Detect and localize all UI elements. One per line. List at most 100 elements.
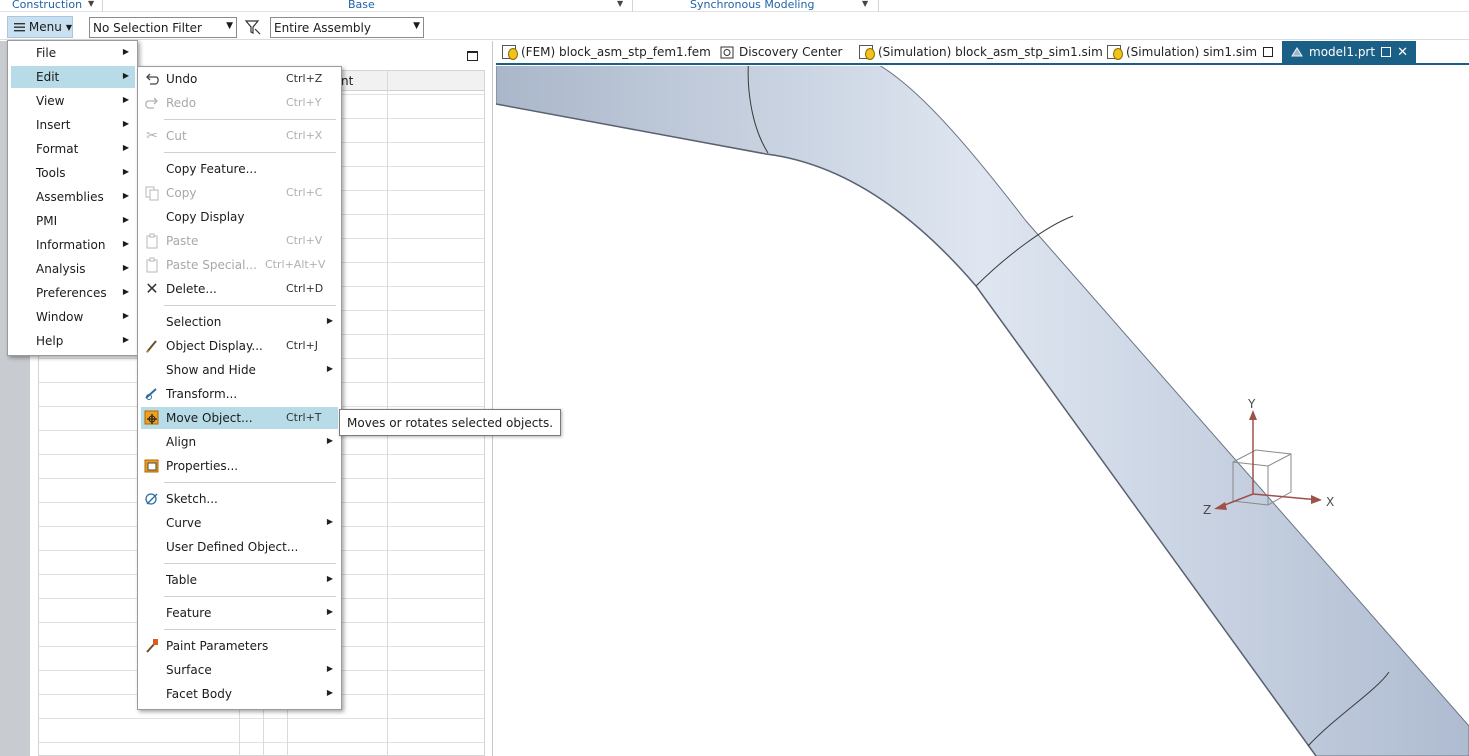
menu-item-cut[interactable]: ✂ Cut Ctrl+X [141, 125, 338, 147]
menu-item-feature[interactable]: Feature ▶ [141, 602, 338, 624]
menu-item-label: Show and Hide [166, 363, 256, 377]
menu-separator [164, 629, 336, 630]
menu-item-label: Window [36, 310, 84, 324]
menu-item-view[interactable]: View ▶ [11, 90, 135, 112]
copy-icon [145, 186, 159, 201]
menu-item-assemblies[interactable]: Assemblies ▶ [11, 186, 135, 208]
menu-item-information[interactable]: Information ▶ [11, 234, 135, 256]
menu-item-label: Paint Parameters [166, 639, 269, 653]
menu-item-insert[interactable]: Insert ▶ [11, 114, 135, 136]
menu-item-undo[interactable]: Undo Ctrl+Z [141, 68, 338, 90]
maximize-icon[interactable] [467, 51, 478, 61]
menu-item-label: Analysis [36, 262, 86, 276]
menu-item-format[interactable]: Format ▶ [11, 138, 135, 160]
menu-button[interactable]: Menu ▼ [7, 16, 73, 38]
axis-y-label: Y [1247, 397, 1256, 411]
submenu-arrow-icon: ▶ [122, 239, 129, 248]
menu-item-analysis[interactable]: Analysis ▶ [11, 258, 135, 280]
menu-item-pmi[interactable]: PMI ▶ [11, 210, 135, 232]
menu-item-curve[interactable]: Curve ▶ [141, 512, 338, 534]
submenu-arrow-icon: ▶ [326, 664, 333, 673]
menu-item-preferences[interactable]: Preferences ▶ [11, 282, 135, 304]
menu-item-window[interactable]: Window ▶ [11, 306, 135, 328]
tab-simulation-block[interactable]: (Simulation) block_asm_stp_sim1.sim [859, 41, 1103, 63]
column-header: nt [341, 74, 354, 88]
ribbon-group-construction[interactable]: Construction ▼ [12, 0, 94, 12]
move-object-icon [144, 410, 159, 425]
menu-separator [164, 596, 336, 597]
menu-item-label: User Defined Object... [166, 540, 299, 554]
menu-item-help[interactable]: Help ▶ [11, 330, 135, 352]
popout-icon[interactable] [1263, 47, 1274, 57]
menu-item-sketch[interactable]: Sketch... [141, 488, 338, 510]
menu-item-file[interactable]: File ▶ [11, 42, 135, 64]
menu-item-label: Object Display... [166, 339, 263, 353]
submenu-arrow-icon: ▶ [326, 607, 333, 616]
submenu-arrow-icon: ▶ [326, 517, 333, 526]
menu-item-paste[interactable]: Paste Ctrl+V [141, 230, 338, 252]
menu-item-copy-display[interactable]: Copy Display [141, 206, 338, 228]
menu-item-delete[interactable]: ✕ Delete... Ctrl+D [141, 278, 338, 300]
menu-separator [164, 305, 336, 306]
tooltip: Moves or rotates selected objects. [339, 409, 562, 436]
menu-item-selection[interactable]: Selection ▶ [141, 311, 338, 333]
submenu-arrow-icon: ▶ [326, 316, 333, 325]
tab-model1[interactable]: model1.prt ✕ [1282, 41, 1416, 63]
menu-item-surface[interactable]: Surface ▶ [141, 659, 338, 681]
tab-label: (FEM) block_asm_stp_fem1.fem [521, 45, 711, 59]
menu-item-facet-body[interactable]: Facet Body ▶ [141, 683, 338, 705]
menu-item-label: Properties... [166, 459, 239, 473]
tab-discovery-center[interactable]: Discovery Center [720, 41, 843, 63]
submenu-arrow-icon: ▶ [326, 574, 333, 583]
menu-item-paint-parameters[interactable]: Paint Parameters [141, 635, 338, 657]
chevron-down-icon[interactable]: ▼ [88, 0, 94, 8]
ribbon-group-synchronous-modeling[interactable]: Synchronous Modeling ▼ [690, 0, 868, 12]
ribbon-group-base[interactable]: Base ▼ [348, 0, 623, 12]
menu-item-copy[interactable]: Copy Ctrl+C [141, 182, 338, 204]
edit-submenu: Undo Ctrl+Z Redo Ctrl+Y ✂ Cut Ctrl+X Cop… [137, 66, 342, 710]
close-icon[interactable]: ✕ [1397, 45, 1408, 60]
menu-item-user-defined-object[interactable]: User Defined Object... [141, 536, 338, 558]
chevron-down-icon[interactable]: ▼ [617, 0, 623, 8]
paste-special-icon [146, 257, 158, 273]
menu-item-label: Delete... [166, 282, 217, 296]
menu-item-label: Tools [36, 166, 66, 180]
tab-simulation-sim1[interactable]: (Simulation) sim1.sim [1107, 41, 1274, 63]
coordinate-triad[interactable]: Y X Z [1201, 396, 1346, 521]
menu-item-move-object[interactable]: Move Object... Ctrl+T [141, 407, 338, 429]
menu-item-edit[interactable]: Edit ▶ [11, 66, 135, 88]
chevron-down-icon: ▼ [65, 22, 72, 32]
transform-icon [145, 388, 157, 400]
menu-item-properties[interactable]: Properties... [141, 455, 338, 477]
menu-item-show-and-hide[interactable]: Show and Hide ▶ [141, 359, 338, 381]
menu-item-label: PMI [36, 214, 58, 228]
submenu-arrow-icon: ▶ [122, 143, 129, 152]
shortcut-label: Ctrl+J [286, 339, 319, 352]
main-menu: File ▶ Edit ▶ View ▶ Insert ▶ Format ▶ Tools ▶… [7, 40, 138, 356]
chevron-down-icon: ▼ [413, 21, 420, 31]
menu-item-label: Information [36, 238, 106, 252]
chevron-down-icon[interactable]: ▼ [862, 0, 868, 8]
menu-item-paste-special[interactable]: Paste Special... Ctrl+Alt+V [141, 254, 338, 276]
selection-scope-dropdown[interactable]: Entire Assembly ▼ [270, 17, 424, 38]
menu-item-label: Sketch... [166, 492, 218, 506]
submenu-arrow-icon: ▶ [122, 71, 129, 80]
shortcut-label: Ctrl+V [286, 234, 323, 247]
menu-item-label: View [36, 94, 65, 108]
popout-icon[interactable] [1381, 47, 1392, 57]
menu-item-label: Transform... [166, 387, 238, 401]
menu-item-object-display[interactable]: Object Display... Ctrl+J [141, 335, 338, 357]
menu-item-redo[interactable]: Redo Ctrl+Y [141, 92, 338, 114]
menu-item-table[interactable]: Table ▶ [141, 569, 338, 591]
brush-icon [146, 340, 157, 353]
menu-item-copy-feature[interactable]: Copy Feature... [141, 158, 338, 180]
menu-item-transform[interactable]: Transform... [141, 383, 338, 405]
selection-filter-dropdown[interactable]: No Selection Filter ▼ [89, 17, 237, 38]
filter-icon[interactable] [244, 18, 262, 36]
tab-fem[interactable]: (FEM) block_asm_stp_fem1.fem [502, 41, 711, 63]
chevron-down-icon: ▼ [226, 21, 233, 31]
graphics-viewport[interactable]: Y X Z [496, 66, 1469, 756]
tab-label: model1.prt [1309, 45, 1376, 59]
menu-item-align[interactable]: Align ▶ [141, 431, 338, 453]
menu-item-tools[interactable]: Tools ▶ [11, 162, 135, 184]
